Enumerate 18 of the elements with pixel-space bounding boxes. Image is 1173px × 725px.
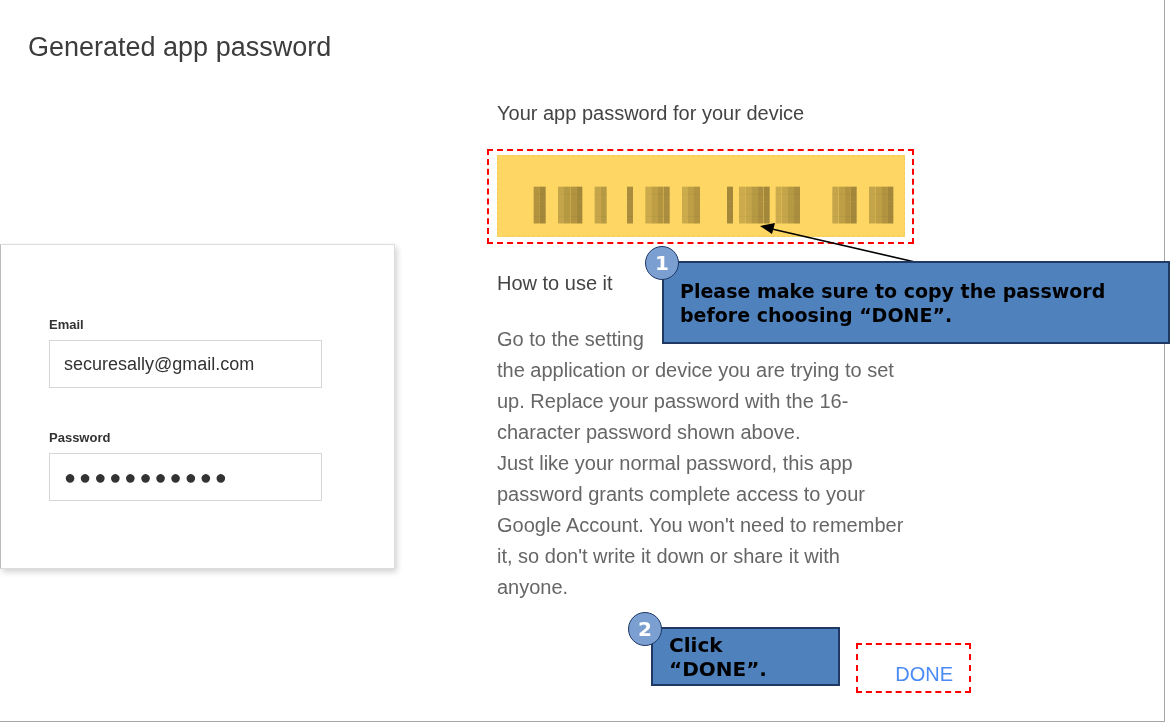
password-field[interactable]: ●●●●●●●●●●● bbox=[49, 453, 322, 501]
instruction-line: Just like your normal password, this app bbox=[497, 451, 853, 476]
field-label: Email bbox=[49, 317, 84, 332]
instruction-line: Google Account. You won't need to remember bbox=[497, 513, 904, 538]
instruction-line: up. Replace your password with the 16- bbox=[497, 389, 849, 414]
instruction-line: anyone. bbox=[497, 575, 569, 600]
section-heading: How to use it bbox=[497, 271, 613, 296]
instruction-line: password grants complete access to your bbox=[497, 482, 865, 507]
instruction-line: Go to the setting bbox=[497, 327, 644, 352]
instruction-line: the application or device you are trying to set bbox=[497, 358, 894, 383]
callout-note: Click “DONE”. bbox=[651, 627, 840, 686]
instruction-line: character password shown above. bbox=[497, 420, 801, 445]
step-number-badge: 2 bbox=[628, 612, 662, 646]
field-label: Password bbox=[49, 430, 111, 445]
instruction-line: it, so don't write it down or share it with bbox=[497, 544, 840, 569]
input-field[interactable]: securesally@gmail.com bbox=[49, 340, 322, 388]
dialog-title: Generated app password bbox=[27, 31, 333, 64]
section-heading: Your app password for your device bbox=[497, 101, 805, 126]
